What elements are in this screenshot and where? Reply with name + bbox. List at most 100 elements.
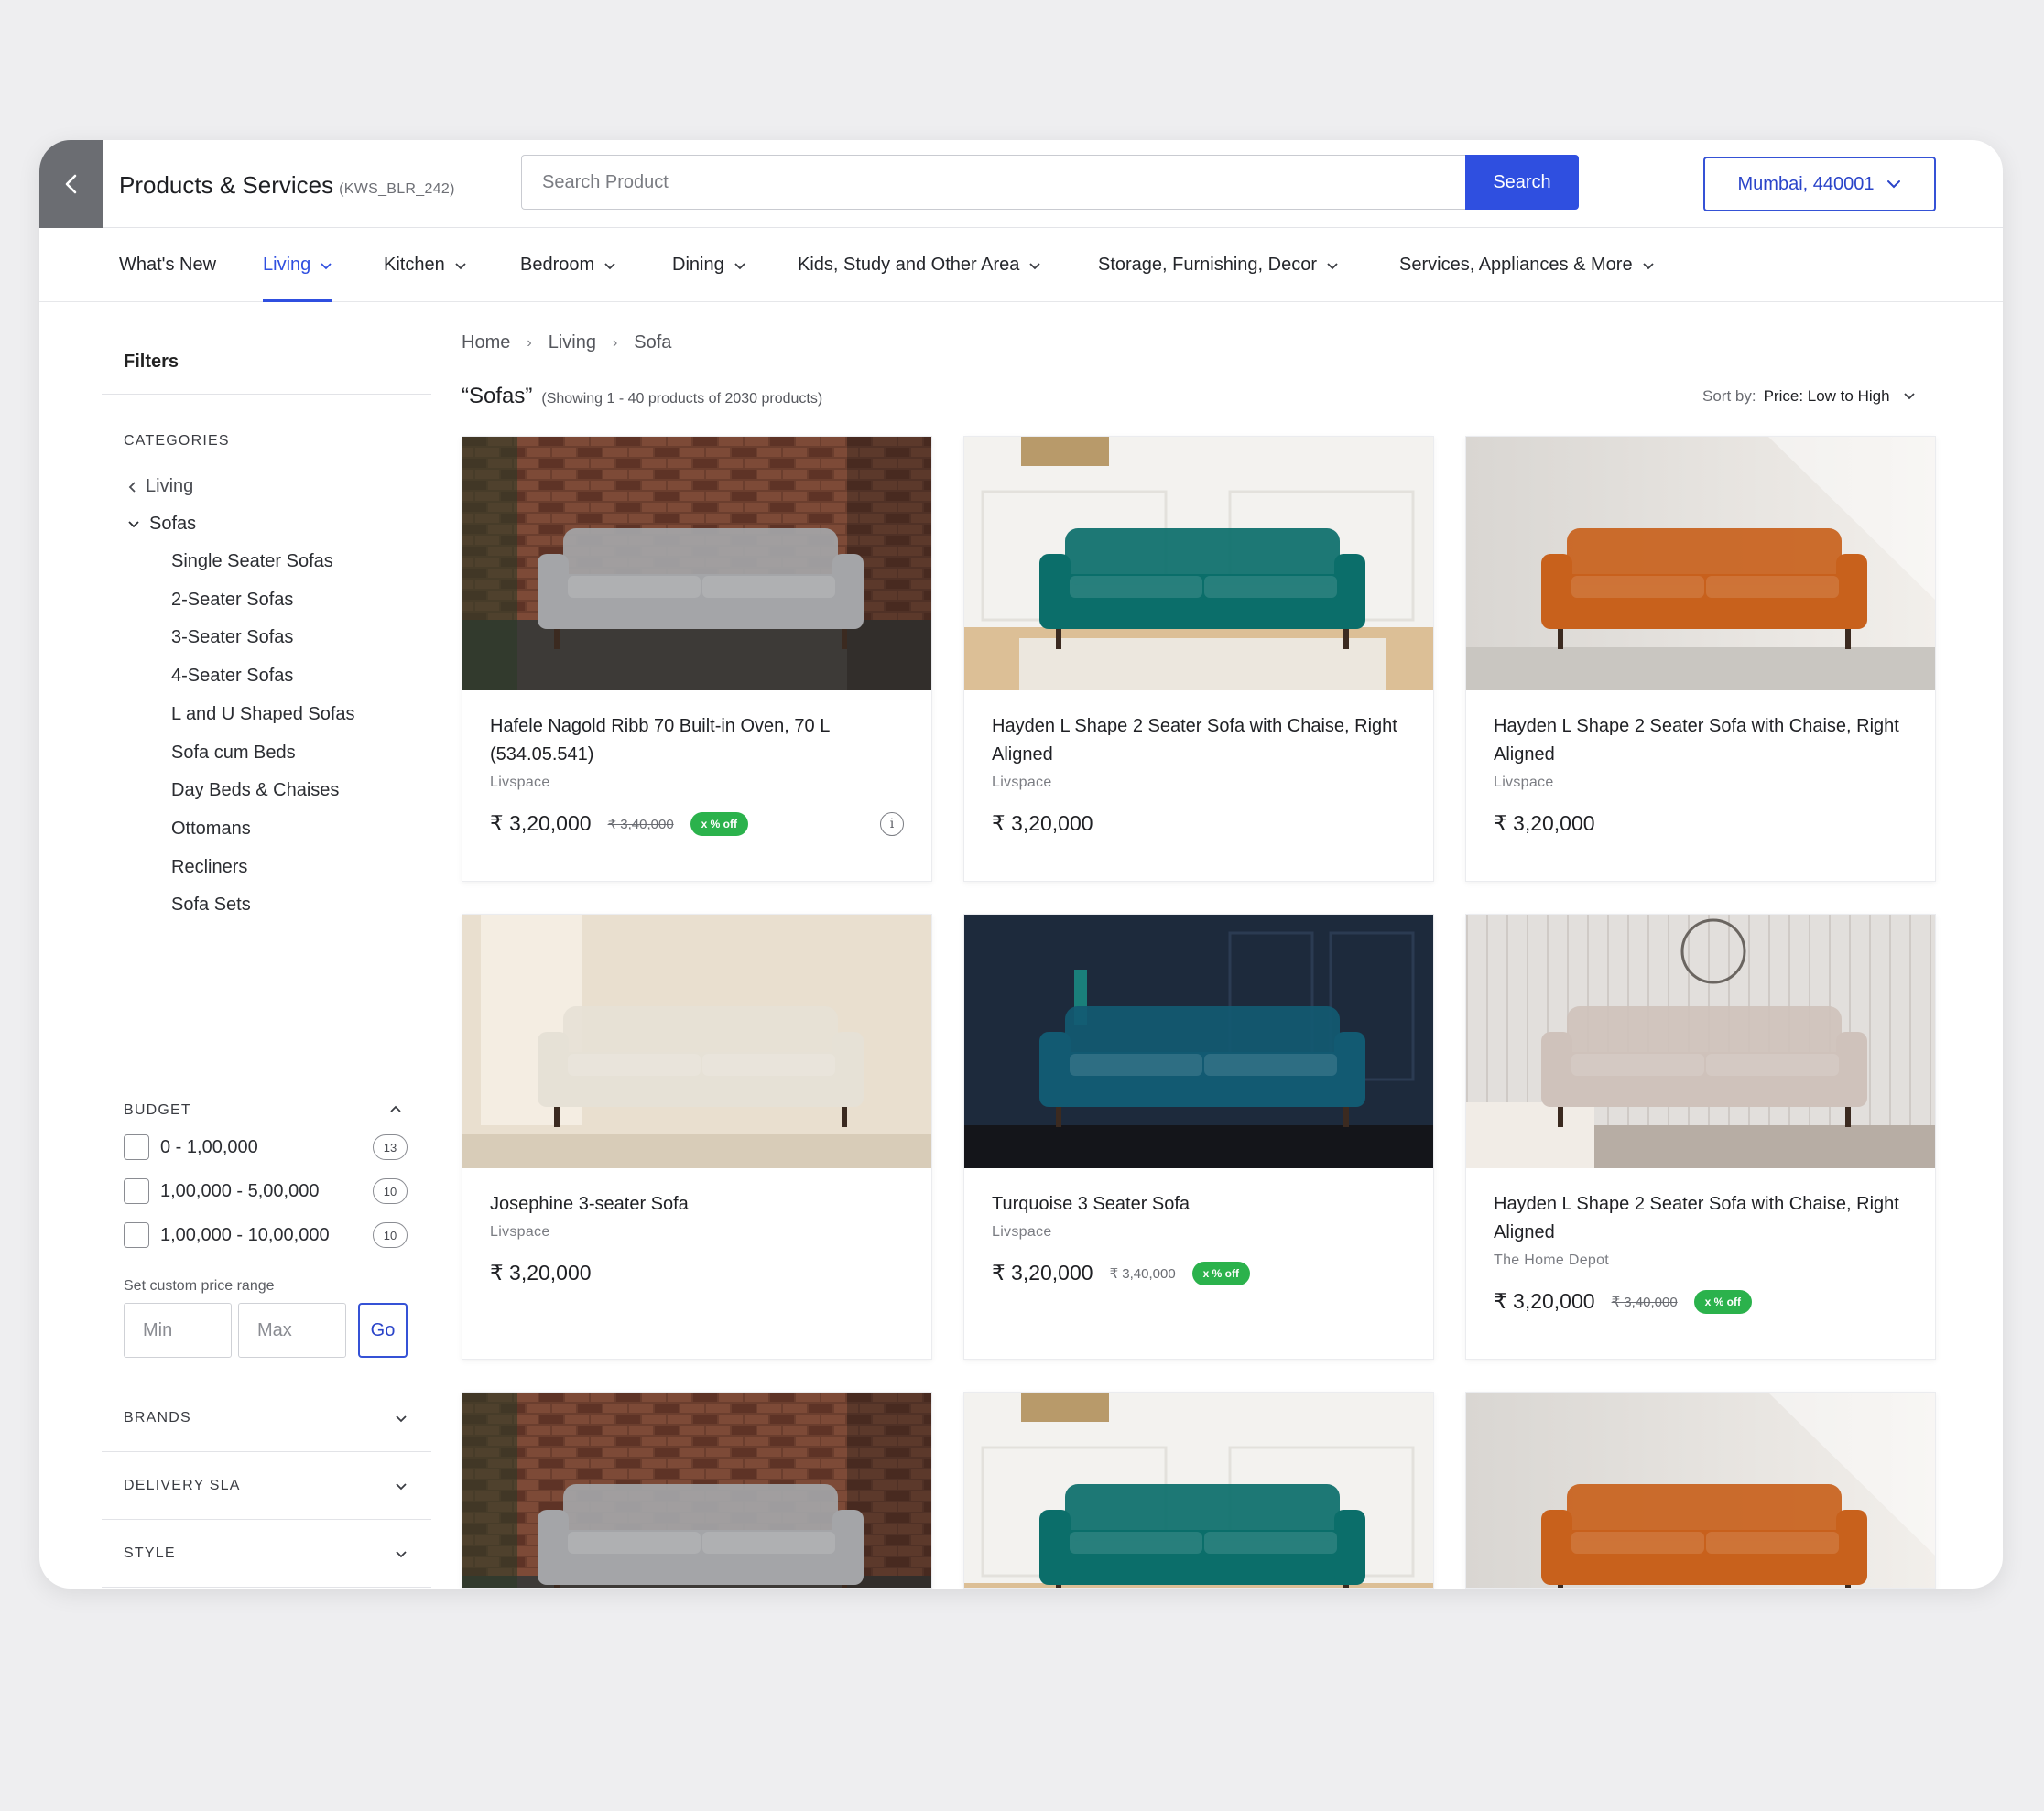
filters-sidebar: Filters CATEGORIES Living Sofas Single S… [39,302,433,1589]
category-parent-living[interactable]: Living [127,476,193,497]
product-image[interactable] [1466,437,1935,690]
chevron-down-icon [321,262,332,269]
divider [102,394,431,395]
results-heading: “Sofas” (Showing 1 - 40 products of 2030 … [462,384,822,409]
product-card[interactable]: Turquoise 3 Seater Sofa Livspace ₹ 3,20,00… [963,914,1434,1360]
discount-badge: x % off [690,811,749,836]
subcategory-item[interactable]: Day Beds & Chaises [171,780,339,801]
nav-item-label: Dining [672,255,724,275]
search-input[interactable] [521,155,1506,210]
product-name[interactable]: Hafele Nagold Ribb 70 Built-in Oven, 70 … [490,712,904,769]
location-selector[interactable]: Mumbai, 440001 [1703,157,1936,211]
search-button[interactable]: Search [1465,155,1579,210]
subcategory-item[interactable]: 3-Seater Sofas [171,627,293,648]
product-brand: Livspace [992,1224,1052,1240]
filter-section-label: STYLE [124,1545,176,1561]
chevron-down-icon [604,262,615,269]
nav-item-bedroom[interactable]: Bedroom [520,228,616,302]
apply-range-button[interactable]: Go [358,1303,408,1358]
info-icon[interactable]: i [880,812,904,836]
product-card[interactable]: Josephine 3-seater Sofa Livspace ₹ 3,20,00… [462,914,932,1360]
budget-checkbox[interactable] [124,1178,149,1204]
custom-range-label: Set custom price range [124,1278,275,1294]
filter-section-style[interactable]: STYLE [102,1520,431,1588]
product-image[interactable] [462,1393,931,1588]
product-card[interactable] [963,1392,1434,1589]
product-card[interactable] [1465,1392,1936,1589]
budget-checkbox[interactable] [124,1222,149,1248]
budget-option[interactable]: 0 - 1,00,000 13 [124,1133,408,1162]
chevron-down-icon [455,262,466,269]
min-price-input[interactable] [124,1303,232,1358]
chevron-down-icon [396,1482,407,1490]
results-title: “Sofas” [462,384,533,408]
product-name[interactable]: Turquoise 3 Seater Sofa [992,1190,1406,1219]
filter-section-label: BRANDS [124,1409,191,1426]
product-image[interactable] [964,915,1433,1168]
subcategory-item[interactable]: Single Seater Sofas [171,551,333,572]
price-row: ₹ 3,20,000 [992,811,1406,836]
product-card[interactable]: Hafele Nagold Ribb 70 Built-in Oven, 70 … [462,436,932,882]
nav-item-label: Kids, Study and Other Area [798,255,1020,275]
product-card[interactable] [462,1392,932,1589]
category-current-sofas[interactable]: Sofas [127,514,196,535]
budget-option[interactable]: 1,00,000 - 5,00,000 10 [124,1177,408,1206]
budget-checkbox[interactable] [124,1134,149,1160]
subcategory-item[interactable]: 4-Seater Sofas [171,666,293,687]
product-image[interactable] [462,915,931,1168]
subcategory-item[interactable]: L and U Shaped Sofas [171,704,355,725]
price-row: ₹ 3,20,000 ₹ 3,40,000 x % off [992,1261,1406,1285]
back-button[interactable] [39,140,103,228]
product-name[interactable]: Hayden L Shape 2 Seater Sofa with Chaise… [992,712,1406,769]
nav-item-living[interactable]: Living [263,228,333,302]
product-name[interactable]: Hayden L Shape 2 Seater Sofa with Chaise… [1494,1190,1908,1247]
product-image[interactable] [1466,915,1935,1168]
product-mrp: ₹ 3,40,000 [1109,1265,1176,1282]
product-image[interactable] [1466,1393,1935,1588]
subcategory-item[interactable]: 2-Seater Sofas [171,590,293,611]
nav-item-kids-study-and-other-area[interactable]: Kids, Study and Other Area [798,228,1041,302]
product-image[interactable] [964,1393,1433,1588]
product-name[interactable]: Josephine 3-seater Sofa [490,1190,904,1219]
product-card[interactable]: Hayden L Shape 2 Seater Sofa with Chaise… [1465,914,1936,1360]
product-image[interactable] [964,437,1433,690]
nav-item-label: What's New [119,255,217,275]
product-image[interactable] [462,437,931,690]
max-price-input[interactable] [238,1303,346,1358]
chevron-right-icon: › [612,334,618,351]
price-row: ₹ 3,20,000 [1494,811,1908,836]
budget-option[interactable]: 1,00,000 - 10,00,000 10 [124,1220,408,1250]
subcategory-item[interactable]: Sofa cum Beds [171,743,296,764]
breadcrumb-home[interactable]: Home [462,332,510,353]
chevron-up-icon[interactable] [389,1104,402,1113]
filter-section-label: DELIVERY SLA [124,1477,241,1493]
subcategory-item[interactable]: Sofa Sets [171,895,251,916]
sort-dropdown[interactable]: Sort by: Price: Low to High [1702,387,1916,406]
nav-item-kitchen[interactable]: Kitchen [384,228,467,302]
budget-option-label: 1,00,000 - 5,00,000 [160,1180,320,1201]
product-card[interactable]: Hayden L Shape 2 Seater Sofa with Chaise… [963,436,1434,882]
breadcrumb-living[interactable]: Living [549,332,596,353]
nav-item-label: Storage, Furnishing, Decor [1098,255,1318,275]
chevron-down-icon [1887,180,1901,189]
discount-badge: x % off [1191,1261,1251,1285]
filter-section-brands[interactable]: BRANDS [102,1384,431,1452]
subcategory-item[interactable]: Ottomans [171,819,251,840]
nav-item-dining[interactable]: Dining [672,228,746,302]
product-card[interactable]: Hayden L Shape 2 Seater Sofa with Chaise… [1465,436,1936,882]
filter-section-delivery-sla[interactable]: DELIVERY SLA [102,1452,431,1520]
app-window: Products & Services (KWS_BLR_242) Search … [39,140,2003,1589]
nav-item-storage-furnishing-decor[interactable]: Storage, Furnishing, Decor [1098,228,1339,302]
price-row: ₹ 3,20,000 [490,1261,904,1285]
product-price: ₹ 3,20,000 [992,811,1093,835]
budget-option-label: 0 - 1,00,000 [160,1136,258,1157]
discount-badge: x % off [1693,1289,1753,1314]
category-parent-label: Living [146,476,194,496]
breadcrumb: Home › Living › Sofa [462,332,671,353]
filter-section-include[interactable]: INCLUDE [102,1588,431,1589]
nav-item-services-appliances-more[interactable]: Services, Appliances & More [1399,228,1655,302]
breadcrumb-sofa: Sofa [634,332,672,352]
subcategory-item[interactable]: Recliners [171,857,247,878]
product-name[interactable]: Hayden L Shape 2 Seater Sofa with Chaise… [1494,712,1908,769]
nav-item-what-s-new[interactable]: What's New [119,228,216,302]
